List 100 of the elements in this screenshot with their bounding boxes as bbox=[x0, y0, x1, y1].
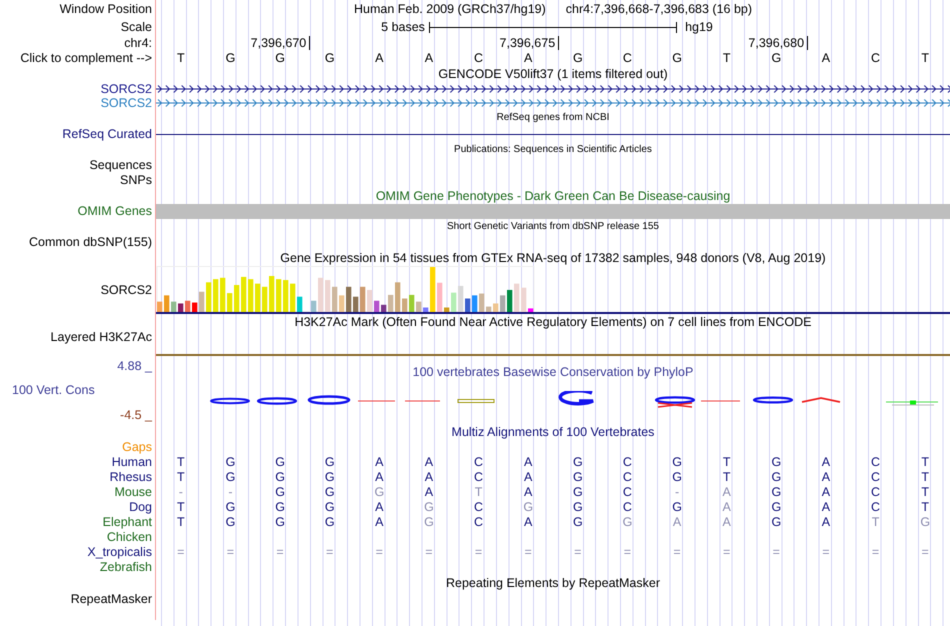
base-letter[interactable]: T bbox=[722, 52, 730, 64]
base-letter[interactable]: A bbox=[424, 52, 434, 64]
base-letter[interactable]: A bbox=[524, 52, 532, 64]
ruler-tick-label: 7,396,670 bbox=[250, 36, 310, 50]
aligned-base: G bbox=[572, 516, 583, 529]
track-title: GENCODE V50lift37 (1 items filtered out) bbox=[438, 68, 668, 80]
aligned-base: A bbox=[375, 501, 384, 514]
base-letter[interactable]: C bbox=[474, 52, 484, 64]
track-title: Short Genetic Variants from dbSNP release 155 bbox=[447, 222, 659, 232]
base-letter[interactable]: T bbox=[176, 52, 185, 64]
aligned-base: T bbox=[921, 456, 929, 469]
track-label[interactable]: SORCS2 bbox=[100, 82, 152, 96]
aligned-base: G bbox=[374, 486, 384, 499]
track-title: 100 vertebrates Basewise Conservation by PhyloP bbox=[412, 366, 694, 378]
aligned-base: = bbox=[524, 546, 532, 559]
aligned-base: C bbox=[871, 486, 880, 499]
aligned-base: = bbox=[425, 546, 433, 559]
aligned-base: A bbox=[822, 501, 830, 514]
base-letter[interactable]: A bbox=[822, 52, 830, 64]
track-label[interactable]: Layered H3K27Ac bbox=[50, 331, 152, 344]
row-label[interactable]: Click to complement --> bbox=[20, 52, 152, 64]
aligned-base: A bbox=[424, 471, 434, 484]
track-title: Multiz Alignments of 100 Vertebrates bbox=[452, 426, 654, 438]
base-letter[interactable]: A bbox=[375, 52, 384, 64]
species-label[interactable]: Elephant bbox=[102, 516, 152, 529]
aligned-base: T bbox=[176, 501, 185, 514]
species-label[interactable]: X_tropicalis bbox=[87, 546, 152, 559]
aligned-base: A bbox=[672, 516, 682, 529]
species-label[interactable]: Dog bbox=[129, 501, 152, 514]
aligned-base: - bbox=[178, 486, 183, 499]
aligned-base: T bbox=[722, 456, 730, 469]
track-label[interactable]: RepeatMasker bbox=[70, 593, 152, 606]
assembly-text: Human Feb. 2009 (GRCh37/hg19) bbox=[354, 2, 546, 16]
aligned-base: C bbox=[474, 516, 484, 529]
base-letter[interactable]: G bbox=[771, 52, 782, 64]
base-letter[interactable]: G bbox=[324, 52, 335, 64]
aligned-base: T bbox=[474, 486, 482, 499]
aligned-base: G bbox=[424, 516, 434, 529]
base-letter[interactable]: G bbox=[572, 52, 583, 64]
base-letter[interactable]: C bbox=[871, 52, 880, 64]
aligned-base: G bbox=[672, 456, 682, 469]
aligned-base: A bbox=[424, 486, 434, 499]
aligned-base: G bbox=[275, 501, 285, 514]
track-label[interactable]: RefSeq Curated bbox=[62, 128, 152, 140]
track-label[interactable]: SORCS2 bbox=[100, 96, 152, 110]
aligned-base: G bbox=[771, 456, 782, 469]
aligned-base: C bbox=[871, 471, 880, 484]
species-label[interactable]: Rhesus bbox=[110, 471, 152, 484]
aligned-base: A bbox=[524, 486, 532, 499]
expression-bar-drawing[interactable] bbox=[156, 266, 536, 312]
aligned-base: A bbox=[375, 471, 384, 484]
aligned-base: G bbox=[572, 501, 583, 514]
base-letter[interactable]: G bbox=[275, 52, 285, 64]
base-letter[interactable]: T bbox=[921, 52, 929, 64]
aligned-base: = bbox=[376, 546, 383, 559]
aligned-base: G bbox=[622, 516, 632, 529]
aligned-base: A bbox=[822, 516, 830, 529]
aligned-base: T bbox=[176, 471, 185, 484]
aligned-base: T bbox=[872, 516, 880, 529]
row-label: chr4: bbox=[124, 36, 152, 50]
track-label[interactable]: SNPs bbox=[120, 174, 152, 187]
track-label[interactable]: Sequences bbox=[89, 159, 152, 172]
base-letter[interactable]: G bbox=[672, 52, 682, 64]
aligned-base: T bbox=[176, 516, 185, 529]
aligned-base: G bbox=[324, 486, 335, 499]
species-label[interactable]: Zebrafish bbox=[100, 561, 152, 574]
aligned-base: = bbox=[226, 546, 234, 559]
aligned-base: G bbox=[771, 501, 782, 514]
species-label[interactable]: Human bbox=[112, 456, 152, 469]
ruler-tick-label: 7,396,680 bbox=[748, 36, 808, 50]
base-letter[interactable]: C bbox=[622, 52, 632, 64]
aligned-base: = bbox=[772, 546, 780, 559]
aligned-base: G bbox=[275, 456, 285, 469]
track-title: RefSeq genes from NCBI bbox=[496, 113, 610, 123]
aligned-base: G bbox=[275, 516, 285, 529]
assembly-text: hg19 bbox=[684, 20, 713, 34]
aligned-base: A bbox=[822, 486, 830, 499]
row-label: Window Position bbox=[60, 2, 152, 16]
aligned-base: A bbox=[722, 516, 731, 529]
track-title: Repeating Elements by RepeatMasker bbox=[446, 576, 660, 590]
aligned-base: C bbox=[474, 501, 484, 514]
aligned-base: C bbox=[622, 501, 632, 514]
aligned-base: - bbox=[674, 486, 680, 499]
aligned-base: A bbox=[375, 516, 384, 529]
track-label[interactable]: SORCS2 bbox=[100, 284, 152, 296]
aligned-base: G bbox=[275, 486, 285, 499]
aligned-base: G bbox=[226, 471, 236, 484]
aligned-base: C bbox=[474, 471, 484, 484]
aligned-base: G bbox=[424, 501, 434, 514]
aligned-base: G bbox=[275, 471, 285, 484]
aligned-base: A bbox=[722, 501, 731, 514]
species-label[interactable]: Chicken bbox=[106, 531, 152, 544]
base-letter[interactable]: G bbox=[226, 52, 236, 64]
track-label[interactable]: Common dbSNP(155) bbox=[29, 236, 152, 249]
position-range: chr4:7,396,668-7,396,683 (16 bp) bbox=[566, 2, 752, 16]
track-label[interactable]: OMIM Genes bbox=[78, 205, 152, 218]
aligned-base: = bbox=[326, 546, 334, 559]
track-label[interactable]: 100 Vert. Cons bbox=[0, 384, 95, 397]
track-title: OMIM Gene Phenotypes - Dark Green Can Be Disease-causing bbox=[376, 190, 730, 202]
species-label[interactable]: Mouse bbox=[114, 486, 152, 499]
